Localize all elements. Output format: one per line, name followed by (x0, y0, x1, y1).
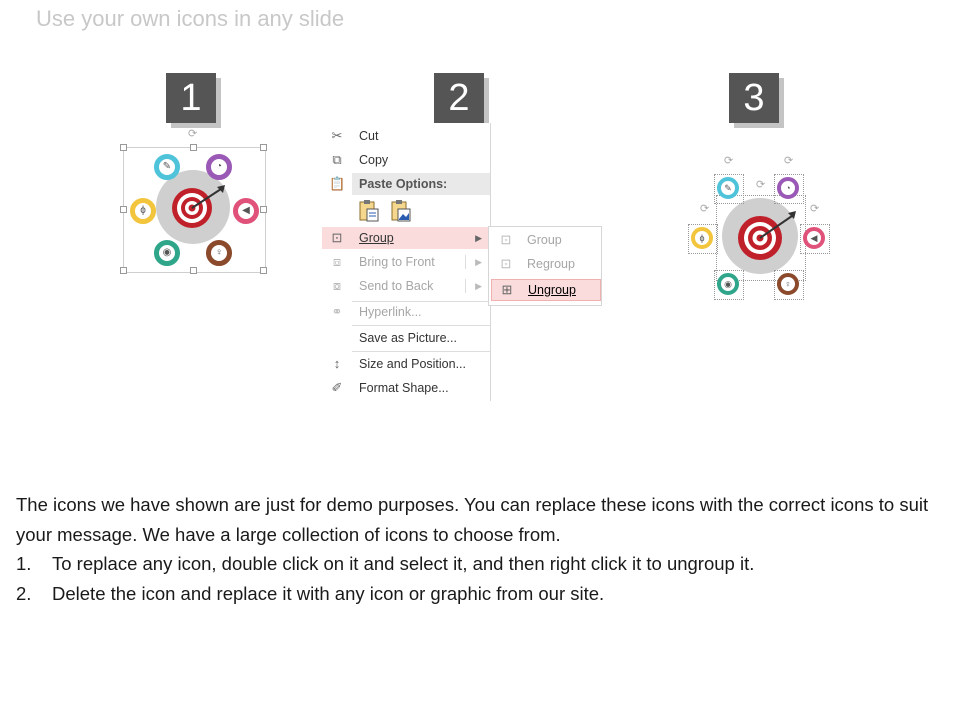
menu-separator (352, 351, 490, 352)
menu-separator (352, 325, 490, 326)
rotate-handle-icon[interactable]: ⟳ (756, 180, 765, 191)
step-badge-2: 2 (434, 73, 484, 123)
rotate-handle-icon[interactable]: ⟳ (810, 204, 819, 215)
menu-item-cut[interactable]: ✂ Cut (322, 125, 490, 147)
step-badge-1: 1 (166, 73, 216, 123)
regroup-icon: ⊡ (500, 256, 512, 271)
selection-handle[interactable] (260, 267, 267, 274)
menu-item-size-and-position[interactable]: ↕ Size and Position... (322, 353, 490, 375)
rotate-handle-icon[interactable]: ⟳ (724, 156, 733, 167)
submenu-arrow-icon: ▶ (475, 281, 482, 291)
menu-item-hyperlink[interactable]: ⚭ Hyperlink... (322, 301, 490, 323)
send-back-icon: ⧇ (332, 278, 342, 293)
selection-handle[interactable] (190, 267, 197, 274)
copy-icon: ⧉ (332, 152, 342, 167)
icon-selection[interactable]: ♀ (774, 270, 804, 300)
selection-handle[interactable] (260, 206, 267, 213)
menu-item-bring-to-front[interactable]: ⧈ Bring to Front ▶ (322, 251, 490, 273)
target-icon (172, 185, 225, 228)
instructions-text: The icons we have shown are just for dem… (16, 490, 936, 608)
split-divider (465, 279, 466, 293)
bring-front-icon: ⧈ (332, 254, 342, 269)
ungrouped-graphic[interactable]: ✎ ◔ ϕ ◀ ◉ ♀ ⟳ ⟳ ⟳ ⟳ ⟳ (686, 150, 836, 305)
paste-keep-text-icon[interactable] (358, 199, 380, 223)
target-icon (738, 211, 796, 260)
rotate-handle-icon[interactable]: ⟳ (700, 204, 709, 215)
menu-item-save-as-picture[interactable]: Save as Picture... (322, 327, 490, 349)
menu-item-send-to-back[interactable]: ⧇ Send to Back ▶ (322, 275, 490, 297)
megaphone-icon: ◀ (233, 198, 259, 224)
eye-icon: ◉ (717, 273, 739, 295)
rotate-handle-icon[interactable]: ⟳ (188, 129, 197, 140)
rotate-handle-icon[interactable]: ⟳ (784, 156, 793, 167)
list-item-2: 2. Delete the icon and replace it with an… (16, 582, 605, 604)
context-menu: ✂ Cut ⧉ Copy Paste Options: 📋 ⊡ Group ▶ … (322, 123, 491, 401)
submenu-item-ungroup[interactable]: ⊞ Ungroup (491, 279, 601, 301)
group-submenu: ⊡ Group ⊡ Regroup ⊞ Ungroup (488, 226, 602, 306)
list-item-1: 1. To replace any icon, double click on i… (16, 553, 755, 574)
icon-selection[interactable]: ✎ (714, 174, 744, 204)
gauge-icon: ◔ (777, 177, 799, 199)
selection-handle[interactable] (120, 206, 127, 213)
plug-icon: ϕ (691, 227, 713, 249)
plug-icon: ϕ (130, 198, 156, 224)
submenu-arrow-icon: ▶ (475, 257, 482, 267)
submenu-item-group[interactable]: ⊡ Group (491, 229, 599, 251)
split-divider (465, 255, 466, 269)
group-icon: ⊡ (500, 232, 512, 247)
slide-title: Use your own icons in any slide (36, 6, 345, 31)
lightbulb-icon: ♀ (206, 240, 232, 266)
icon-selection[interactable]: ◀ (800, 224, 830, 254)
megaphone-icon: ◀ (803, 227, 825, 249)
eye-icon: ◉ (154, 240, 180, 266)
selection-handle[interactable] (120, 144, 127, 151)
group-icon: ⊡ (331, 230, 343, 245)
ungroup-icon: ⊞ (501, 282, 513, 297)
rocket-icon: ✎ (717, 177, 739, 199)
format-shape-icon: ✐ (331, 380, 343, 395)
lightbulb-icon: ♀ (777, 273, 799, 295)
paste-picture-icon[interactable] (390, 199, 412, 223)
menu-item-group[interactable]: ⊡ Group ▶ (322, 227, 490, 249)
submenu-arrow-icon: ▶ (475, 233, 482, 243)
size-icon: ↕ (333, 356, 341, 371)
scissors-icon: ✂ (331, 128, 343, 143)
icon-selection[interactable]: ◉ (714, 270, 744, 300)
rocket-icon: ✎ (154, 154, 180, 180)
icon-selection[interactable]: ◔ (774, 174, 804, 204)
grouped-graphic-selection[interactable]: ⟳ ✎ ◔ ϕ ◀ ◉ ♀ (120, 129, 267, 274)
intro-paragraph: The icons we have shown are just for dem… (16, 494, 929, 545)
step-badge-3: 3 (729, 73, 779, 123)
selection-handle[interactable] (120, 267, 127, 274)
selection-handle[interactable] (190, 144, 197, 151)
selection-handle[interactable] (260, 144, 267, 151)
menu-item-format-shape[interactable]: ✐ Format Shape... (322, 377, 490, 399)
gauge-icon: ◔ (206, 154, 232, 180)
menu-item-copy[interactable]: ⧉ Copy (322, 149, 490, 171)
submenu-item-regroup[interactable]: ⊡ Regroup (491, 253, 599, 275)
icon-selection[interactable]: ϕ (688, 224, 718, 254)
link-icon: ⚭ (331, 304, 343, 319)
clipboard-icon: 📋 (329, 176, 346, 191)
paste-options-header: Paste Options: (352, 173, 490, 195)
